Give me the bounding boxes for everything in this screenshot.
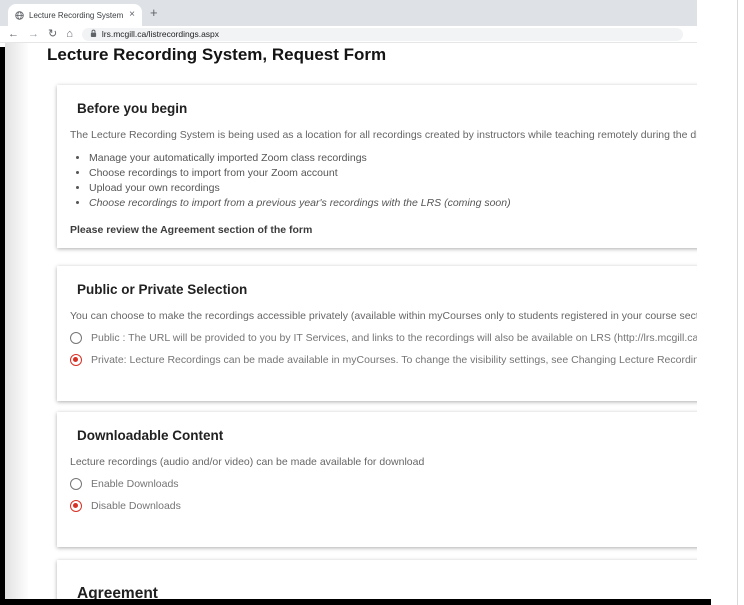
forward-icon[interactable]: → xyxy=(28,29,39,40)
page-title: Lecture Recording System, Request Form xyxy=(47,45,386,65)
section-intro: Lecture recordings (audio and/or video) … xyxy=(70,456,697,468)
reload-icon[interactable]: ↻ xyxy=(48,29,57,40)
left-black-edge xyxy=(0,47,5,605)
section-public-private: Public or Private Selection You can choo… xyxy=(57,266,697,401)
right-border-line xyxy=(737,0,738,605)
bottom-black-edge xyxy=(0,599,711,605)
browser-tab[interactable]: Lecture Recording System - × xyxy=(8,4,142,26)
section-heading: Public or Private Selection xyxy=(77,282,697,297)
radio-label: Private: Lecture Recordings can be made … xyxy=(91,354,697,366)
section-intro: The Lecture Recording System is being us… xyxy=(70,129,697,141)
left-shadow-strip xyxy=(5,43,28,605)
tab-strip: Lecture Recording System - × + xyxy=(0,0,697,26)
home-icon[interactable]: ⌂ xyxy=(66,29,73,40)
radio-button-unselected[interactable] xyxy=(70,478,82,490)
radio-button-selected[interactable] xyxy=(70,354,82,366)
globe-icon xyxy=(15,11,24,20)
feature-list: Manage your automatically imported Zoom … xyxy=(89,152,697,209)
browser-toolbar: ← → ↻ ⌂ lrs.mcgill.ca/listrecordings.asp… xyxy=(0,26,697,43)
radio-label: Disable Downloads xyxy=(91,500,181,512)
section-heading: Downloadable Content xyxy=(77,428,697,443)
list-item: Upload your own recordings xyxy=(89,182,697,194)
radio-label: Enable Downloads xyxy=(91,478,179,490)
list-item: Manage your automatically imported Zoom … xyxy=(89,152,697,164)
lock-icon xyxy=(90,28,97,41)
radio-option-enable-downloads[interactable]: Enable Downloads xyxy=(70,478,697,490)
tab-close-icon[interactable]: × xyxy=(129,10,135,20)
radio-option-private[interactable]: Private: Lecture Recordings can be made … xyxy=(70,354,697,366)
section-before-you-begin: Before you begin The Lecture Recording S… xyxy=(57,85,697,248)
section-downloadable-content: Downloadable Content Lecture recordings … xyxy=(57,412,697,547)
list-item: Choose recordings to import from your Zo… xyxy=(89,167,697,179)
section-intro: You can choose to make the recordings ac… xyxy=(70,310,697,322)
browser-window: Lecture Recording System - × + ← → ↻ ⌂ l… xyxy=(0,0,697,605)
list-item: Choose recordings to import from a previ… xyxy=(89,197,697,209)
section-heading: Before you begin xyxy=(77,101,697,116)
radio-button-selected[interactable] xyxy=(70,500,82,512)
tab-title: Lecture Recording System - xyxy=(29,11,124,20)
agreement-review-note: Please review the Agreement section of t… xyxy=(70,224,697,236)
radio-option-public[interactable]: Public : The URL will be provided to you… xyxy=(70,332,697,344)
radio-label: Public : The URL will be provided to you… xyxy=(91,332,697,344)
radio-button-unselected[interactable] xyxy=(70,332,82,344)
web-page: Lecture Recording System, Request Form B… xyxy=(0,43,697,605)
radio-option-disable-downloads[interactable]: Disable Downloads xyxy=(70,500,697,512)
back-icon[interactable]: ← xyxy=(8,29,19,40)
new-tab-button[interactable]: + xyxy=(150,5,158,20)
url-text: lrs.mcgill.ca/listrecordings.aspx xyxy=(102,29,219,39)
address-bar[interactable]: lrs.mcgill.ca/listrecordings.aspx xyxy=(82,28,683,41)
